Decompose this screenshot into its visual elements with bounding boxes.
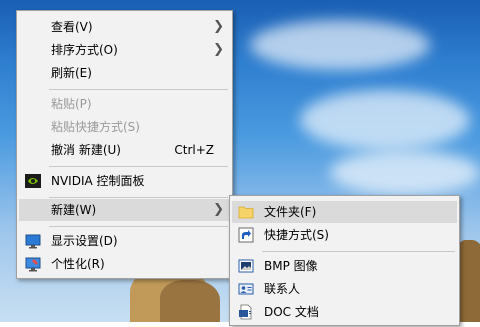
menu-item-label: 联系人 (264, 282, 301, 296)
chevron-right-icon: ❯ (213, 42, 224, 57)
doc-document-icon (238, 304, 254, 320)
menu-item-personalize[interactable]: 个性化(R) (19, 253, 230, 275)
menu-separator (49, 166, 228, 167)
menu-item-paste-shortcut[interactable]: 粘贴快捷方式(S) (19, 116, 230, 138)
menu-item-paste[interactable]: 粘贴(P) (19, 93, 230, 115)
menu-item-label: 显示设置(D) (51, 234, 118, 248)
menu-item-label: 撤消 新建(U) (51, 143, 121, 157)
folder-icon (238, 204, 254, 220)
display-icon (25, 233, 41, 249)
personalize-icon (25, 256, 41, 272)
menu-item-label: 新建(W) (51, 203, 97, 217)
submenu-item-bmp-image[interactable]: BMP 图像 (232, 255, 457, 277)
menu-separator (49, 197, 228, 198)
contact-icon (238, 281, 254, 297)
desktop-context-menu: 查看(V) ❯ 排序方式(O) ❯ 刷新(E) 粘贴(P) 粘贴快捷方式(S) … (16, 10, 233, 279)
submenu-item-shortcut[interactable]: 快捷方式(S) (232, 224, 457, 246)
menu-item-new[interactable]: 新建(W) ❯ (19, 199, 230, 221)
menu-separator (262, 251, 455, 252)
menu-item-label: DOC 文档 (264, 305, 319, 319)
menu-item-label: 查看(V) (51, 20, 93, 34)
shortcut-icon (238, 227, 254, 243)
chevron-right-icon: ❯ (213, 19, 224, 34)
menu-item-sort-by[interactable]: 排序方式(O) ❯ (19, 39, 230, 61)
menu-item-label: 排序方式(O) (51, 43, 118, 57)
menu-item-label: 粘贴(P) (51, 97, 92, 111)
menu-separator (49, 226, 228, 227)
nvidia-logo-icon (25, 173, 41, 189)
submenu-item-contact[interactable]: 联系人 (232, 278, 457, 300)
menu-item-label: 文件夹(F) (264, 205, 317, 219)
bmp-image-icon (238, 258, 254, 274)
menu-item-label: NVIDIA 控制面板 (51, 174, 145, 188)
submenu-item-folder[interactable]: 文件夹(F) (232, 201, 457, 223)
menu-item-undo-new[interactable]: 撤消 新建(U) Ctrl+Z (19, 139, 230, 161)
menu-item-label: 粘贴快捷方式(S) (51, 120, 140, 134)
new-submenu: 文件夹(F) 快捷方式(S) BMP 图像 联系人 DOC 文档 (229, 195, 460, 326)
chevron-right-icon: ❯ (213, 202, 224, 217)
menu-separator (49, 89, 228, 90)
submenu-item-doc-document[interactable]: DOC 文档 (232, 301, 457, 323)
menu-item-label: BMP 图像 (264, 259, 318, 273)
menu-item-label: 刷新(E) (51, 66, 92, 80)
menu-item-nvidia-control-panel[interactable]: NVIDIA 控制面板 (19, 170, 230, 192)
menu-item-label: 个性化(R) (51, 257, 105, 271)
menu-item-view[interactable]: 查看(V) ❯ (19, 16, 230, 38)
menu-item-label: 快捷方式(S) (264, 228, 329, 242)
menu-item-refresh[interactable]: 刷新(E) (19, 62, 230, 84)
shortcut-label: Ctrl+Z (174, 143, 214, 157)
menu-item-display-settings[interactable]: 显示设置(D) (19, 230, 230, 252)
